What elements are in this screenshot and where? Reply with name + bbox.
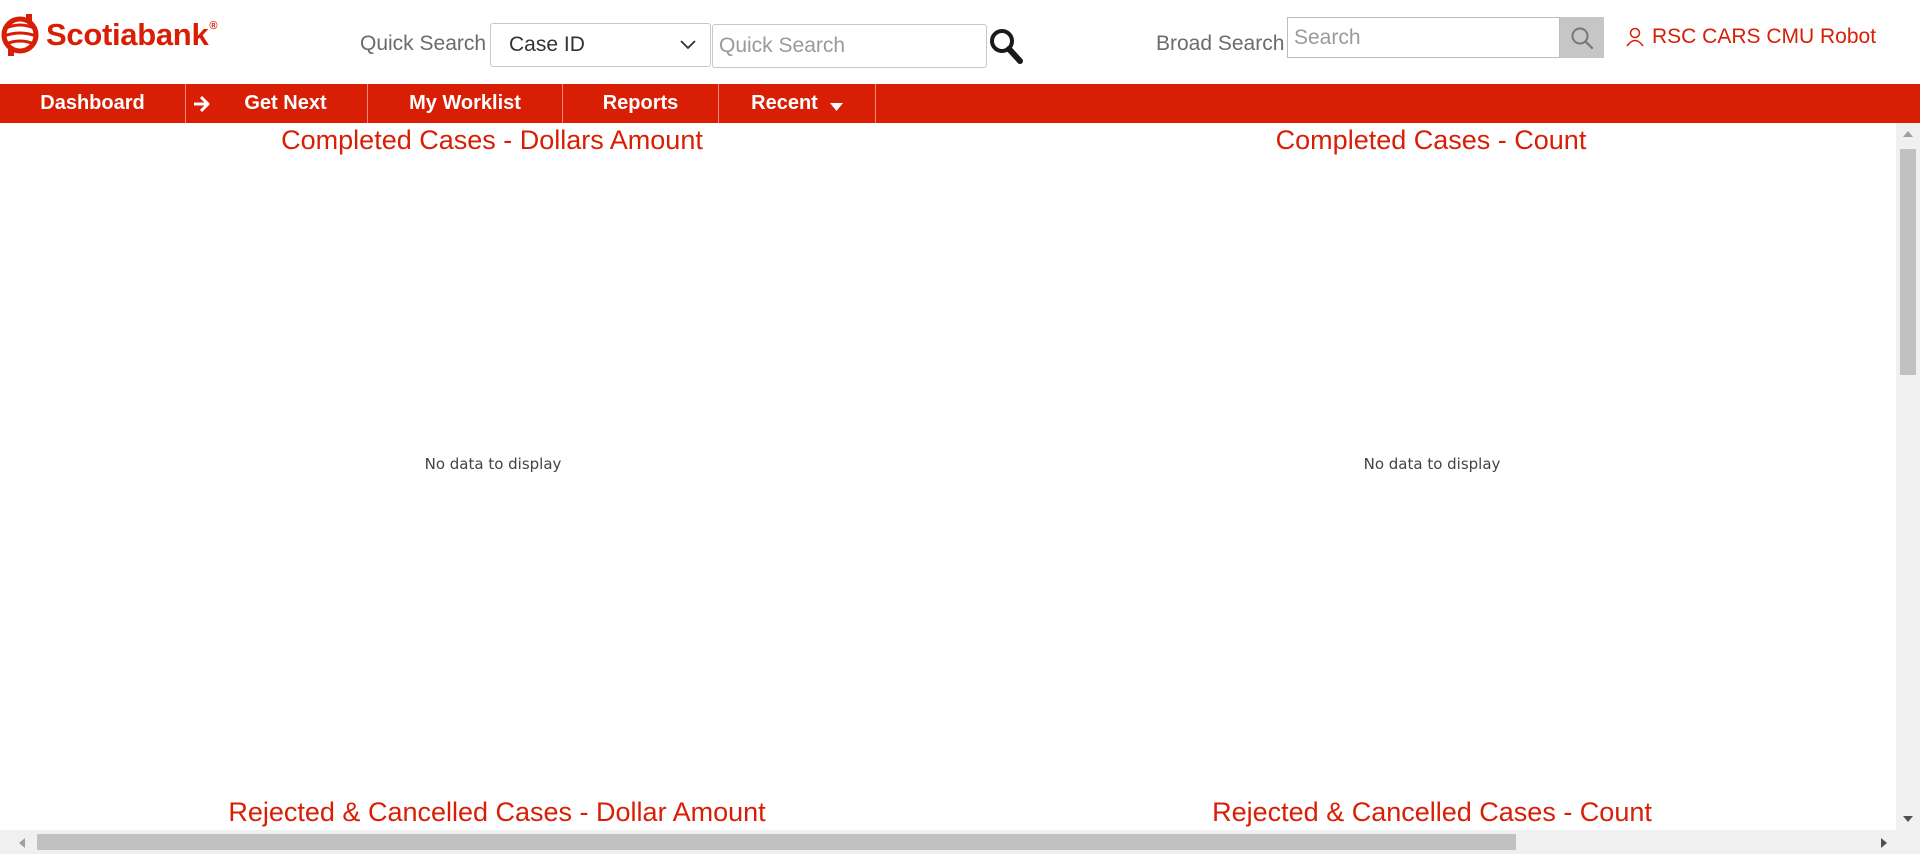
horizontal-scroll-thumb[interactable] <box>37 834 1516 850</box>
search-icon <box>1571 27 1594 49</box>
user-icon <box>1626 27 1644 47</box>
nav-recent[interactable]: Recent <box>719 84 876 123</box>
nav-reports-label: Reports <box>602 92 679 114</box>
scrollbar-corner <box>1896 830 1920 854</box>
quick-search-input[interactable] <box>712 24 987 68</box>
nav-my-worklist-label: My Worklist <box>409 92 521 114</box>
nav-reports[interactable]: Reports <box>563 84 719 123</box>
scotiabank-logo[interactable]: Scotiabank ® <box>0 14 218 56</box>
nav-get-next[interactable]: Get Next <box>186 84 368 123</box>
broad-search-input[interactable] <box>1287 17 1560 58</box>
scotiabank-logo-icon <box>1 14 39 56</box>
nav-dashboard-label: Dashboard <box>40 92 145 114</box>
arrow-right-icon <box>194 95 210 113</box>
user-name: RSC CARS CMU Robot <box>1652 25 1877 48</box>
user-menu[interactable]: RSC CARS CMU Robot <box>1626 25 1876 49</box>
chart-title-rejected-count: Rejected & Cancelled Cases - Count <box>1212 797 1652 827</box>
chevron-down-icon <box>680 40 696 50</box>
app-header: Scotiabank® Quick Search Case ID Broad S… <box>0 0 1920 84</box>
quick-search-type-select[interactable]: Case ID <box>490 23 711 67</box>
broad-search-label: Broad Search <box>1156 32 1285 55</box>
scroll-right-icon[interactable] <box>1880 837 1888 849</box>
brand-name: Scotiabank <box>46 17 209 52</box>
scroll-up-icon[interactable] <box>1902 130 1914 138</box>
dashboard-content: Completed Cases - Dollars Amount No data… <box>0 123 1896 830</box>
scroll-down-icon[interactable] <box>1902 815 1914 823</box>
search-icon[interactable] <box>989 28 1023 64</box>
chart-empty-completed-dollars: No data to display <box>424 455 562 473</box>
vertical-scrollbar[interactable] <box>1896 123 1920 830</box>
chart-title-completed-dollars: Completed Cases - Dollars Amount <box>281 125 703 155</box>
nav-my-worklist[interactable]: My Worklist <box>368 84 563 123</box>
broad-search-button[interactable] <box>1560 17 1604 58</box>
chart-title-rejected-dollars: Rejected & Cancelled Cases - Dollar Amou… <box>228 797 766 827</box>
quick-search-label: Quick Search <box>360 32 487 55</box>
quick-search-type-value: Case ID <box>509 33 585 56</box>
chart-empty-completed-count: No data to display <box>1363 455 1501 473</box>
chart-title-completed-count: Completed Cases - Count <box>1275 125 1587 155</box>
nav-recent-label: Recent <box>751 92 818 114</box>
scroll-left-icon[interactable] <box>18 837 26 849</box>
nav-get-next-label: Get Next <box>244 92 327 114</box>
vertical-scroll-thumb[interactable] <box>1900 149 1916 375</box>
brand-reg-mark: ® <box>209 20 218 32</box>
horizontal-scrollbar[interactable] <box>0 830 1896 854</box>
nav-dashboard[interactable]: Dashboard <box>0 84 186 123</box>
main-nav: Dashboard Get Next My Worklist Reports R… <box>0 84 1920 123</box>
caret-down-icon <box>829 102 843 111</box>
